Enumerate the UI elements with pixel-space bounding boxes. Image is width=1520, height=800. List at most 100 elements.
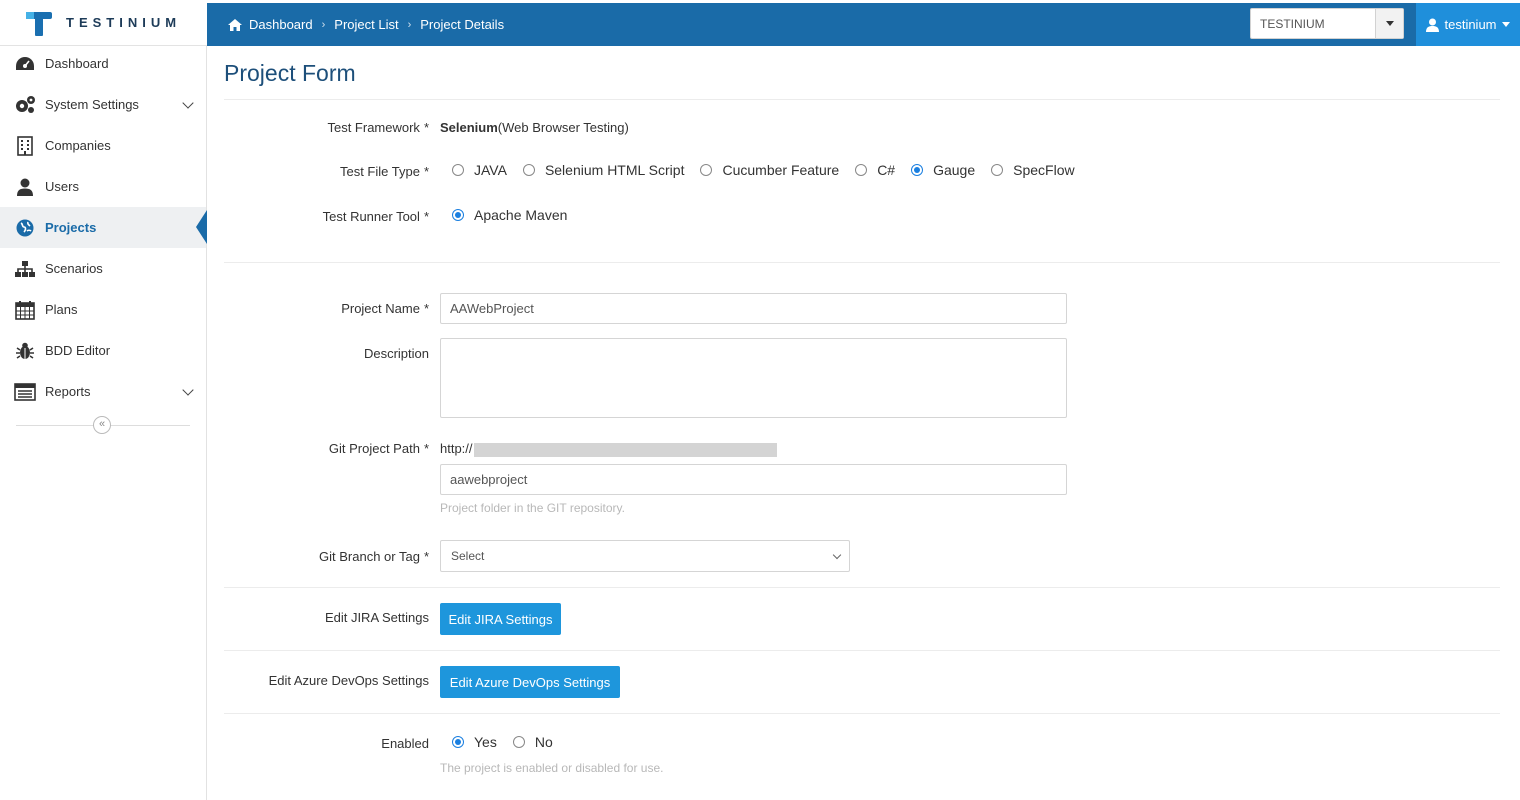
- calendar-icon: [14, 300, 36, 320]
- breadcrumb-separator: ›: [407, 18, 412, 31]
- sidebar-item-system-settings[interactable]: System Settings: [0, 84, 206, 125]
- test-file-type-label: Test File Type *: [339, 164, 429, 179]
- user-menu[interactable]: testinium: [1416, 3, 1520, 46]
- breadcrumb-project-details[interactable]: Project Details: [420, 17, 504, 32]
- project-name-label: Project Name *: [341, 301, 429, 316]
- test-runner-tool-label: Test Runner Tool *: [322, 209, 429, 224]
- organization-select[interactable]: TESTINIUM: [1250, 8, 1404, 39]
- navbar: Dashboard › Project List › Project Detai…: [207, 3, 1520, 46]
- radio-option-selenium-html-script[interactable]: Selenium HTML Script: [522, 162, 684, 178]
- dashboard-icon: [14, 54, 36, 74]
- radio-button[interactable]: [512, 736, 525, 748]
- redacted-url: [473, 442, 777, 457]
- test-framework-label: Test Framework *: [327, 120, 429, 135]
- caret-down-icon: [1501, 22, 1510, 27]
- organization-select-value: TESTINIUM: [1260, 16, 1325, 31]
- globe-icon: [14, 218, 36, 238]
- test-runner-tool-radio-group: Apache Maven: [452, 207, 583, 223]
- test-file-type-radio-group: JAVA Selenium HTML Script Cucumber Featu…: [452, 162, 1091, 178]
- breadcrumb-dashboard[interactable]: Dashboard: [249, 17, 313, 32]
- report-icon: [14, 382, 36, 402]
- brand-logo[interactable]: TESTINIUM: [0, 0, 207, 46]
- sidebar-item-label: Dashboard: [45, 56, 109, 71]
- radio-button-selected[interactable]: [911, 164, 924, 176]
- breadcrumb-separator: ›: [321, 18, 326, 31]
- sidebar-item-label: Projects: [45, 220, 97, 235]
- git-branch-select[interactable]: Select: [440, 540, 850, 572]
- sidebar-item-reports[interactable]: Reports: [0, 371, 206, 412]
- azure-devops-settings-label: Edit Azure DevOps Settings: [268, 673, 429, 688]
- radio-option-specflow[interactable]: SpecFlow: [991, 162, 1075, 178]
- radio-button-selected[interactable]: [452, 736, 464, 748]
- radio-button[interactable]: [855, 164, 868, 176]
- git-project-path-label: Git Project Path *: [328, 441, 429, 456]
- edit-jira-settings-button[interactable]: Edit JIRA Settings: [440, 603, 561, 635]
- sidebar-item-companies[interactable]: Companies: [0, 125, 206, 166]
- radio-option-cucumber-feature[interactable]: Cucumber Feature: [700, 162, 839, 178]
- git-folder-help-text: Project folder in the GIT repository.: [440, 501, 625, 515]
- sidebar-item-label: Users: [45, 179, 79, 194]
- enabled-radio-group: Yes No: [452, 734, 569, 750]
- divider: [224, 587, 1500, 588]
- home-icon: [228, 18, 242, 31]
- git-branch-label: Git Branch or Tag *: [319, 549, 429, 564]
- description-label: Description: [363, 346, 429, 361]
- enabled-help-text: The project is enabled or disabled for u…: [440, 761, 664, 775]
- main-content: Project Form Test Framework * Selenium(We…: [207, 46, 1520, 800]
- divider: [224, 713, 1500, 714]
- sidebar-item-label: Reports: [45, 384, 91, 399]
- git-url: http://: [440, 441, 777, 457]
- radio-button[interactable]: [452, 164, 464, 176]
- radio-button[interactable]: [522, 164, 535, 176]
- sidebar-item-scenarios[interactable]: Scenarios: [0, 248, 206, 289]
- sidebar-item-dashboard[interactable]: Dashboard: [0, 43, 206, 84]
- page-title: Project Form: [224, 60, 356, 86]
- sidebar-item-plans[interactable]: Plans: [0, 289, 206, 330]
- sidebar-item-label: Plans: [45, 302, 78, 317]
- divider: [224, 650, 1500, 651]
- top-bar: TESTINIUM Dashboard › Project List › Pro…: [0, 0, 1520, 46]
- user-icon: [1426, 18, 1440, 32]
- sidebar-item-label: Companies: [45, 138, 111, 153]
- user-name: testinium: [1444, 17, 1497, 32]
- test-framework-value: Selenium(Web Browser Testing): [440, 120, 629, 135]
- description-textarea[interactable]: [440, 338, 1067, 418]
- sitemap-icon: [14, 259, 36, 279]
- radio-option-apache-maven[interactable]: Apache Maven: [452, 207, 567, 223]
- enabled-label: Enabled: [381, 736, 429, 751]
- edit-azure-devops-settings-button[interactable]: Edit Azure DevOps Settings: [440, 666, 620, 698]
- chevron-down-icon: [832, 550, 842, 560]
- user-icon: [14, 177, 36, 197]
- collapse-sidebar-button[interactable]: «: [93, 416, 111, 434]
- radio-option-gauge[interactable]: Gauge: [911, 162, 975, 178]
- jira-settings-label: Edit JIRA Settings: [324, 610, 429, 625]
- sidebar-item-bdd-editor[interactable]: BDD Editor: [0, 330, 206, 371]
- radio-option-no[interactable]: No: [512, 734, 553, 750]
- dropdown-caret-icon[interactable]: [1375, 9, 1403, 38]
- radio-button[interactable]: [700, 164, 713, 176]
- bug-icon: [14, 341, 36, 361]
- brand-name: TESTINIUM: [66, 15, 182, 30]
- divider: [224, 262, 1500, 263]
- git-folder-input[interactable]: aawebproject: [440, 464, 1067, 495]
- radio-option-java[interactable]: JAVA: [452, 162, 507, 178]
- sidebar-item-projects[interactable]: Projects: [0, 207, 207, 248]
- sidebar-item-label: Scenarios: [45, 261, 103, 276]
- radio-option-yes[interactable]: Yes: [452, 734, 497, 750]
- chevron-down-icon[interactable]: [182, 97, 194, 109]
- radio-button-selected[interactable]: [452, 209, 464, 221]
- chevron-down-icon[interactable]: [182, 384, 194, 396]
- radio-option-csharp[interactable]: C#: [855, 162, 895, 178]
- testinium-logo-icon: [26, 10, 52, 36]
- building-icon: [14, 135, 36, 156]
- sidebar-item-label: BDD Editor: [45, 343, 111, 358]
- sidebar-item-users[interactable]: Users: [0, 166, 206, 207]
- breadcrumb-project-list[interactable]: Project List: [334, 17, 398, 32]
- sidebar: Dashboard System Settings Companies User…: [0, 46, 207, 800]
- divider: [224, 99, 1500, 100]
- sidebar-item-label: System Settings: [45, 97, 139, 112]
- breadcrumb: Dashboard › Project List › Project Detai…: [227, 3, 504, 46]
- gears-icon: [14, 95, 36, 115]
- radio-button[interactable]: [991, 164, 1004, 176]
- project-name-input[interactable]: AAWebProject: [440, 293, 1067, 324]
